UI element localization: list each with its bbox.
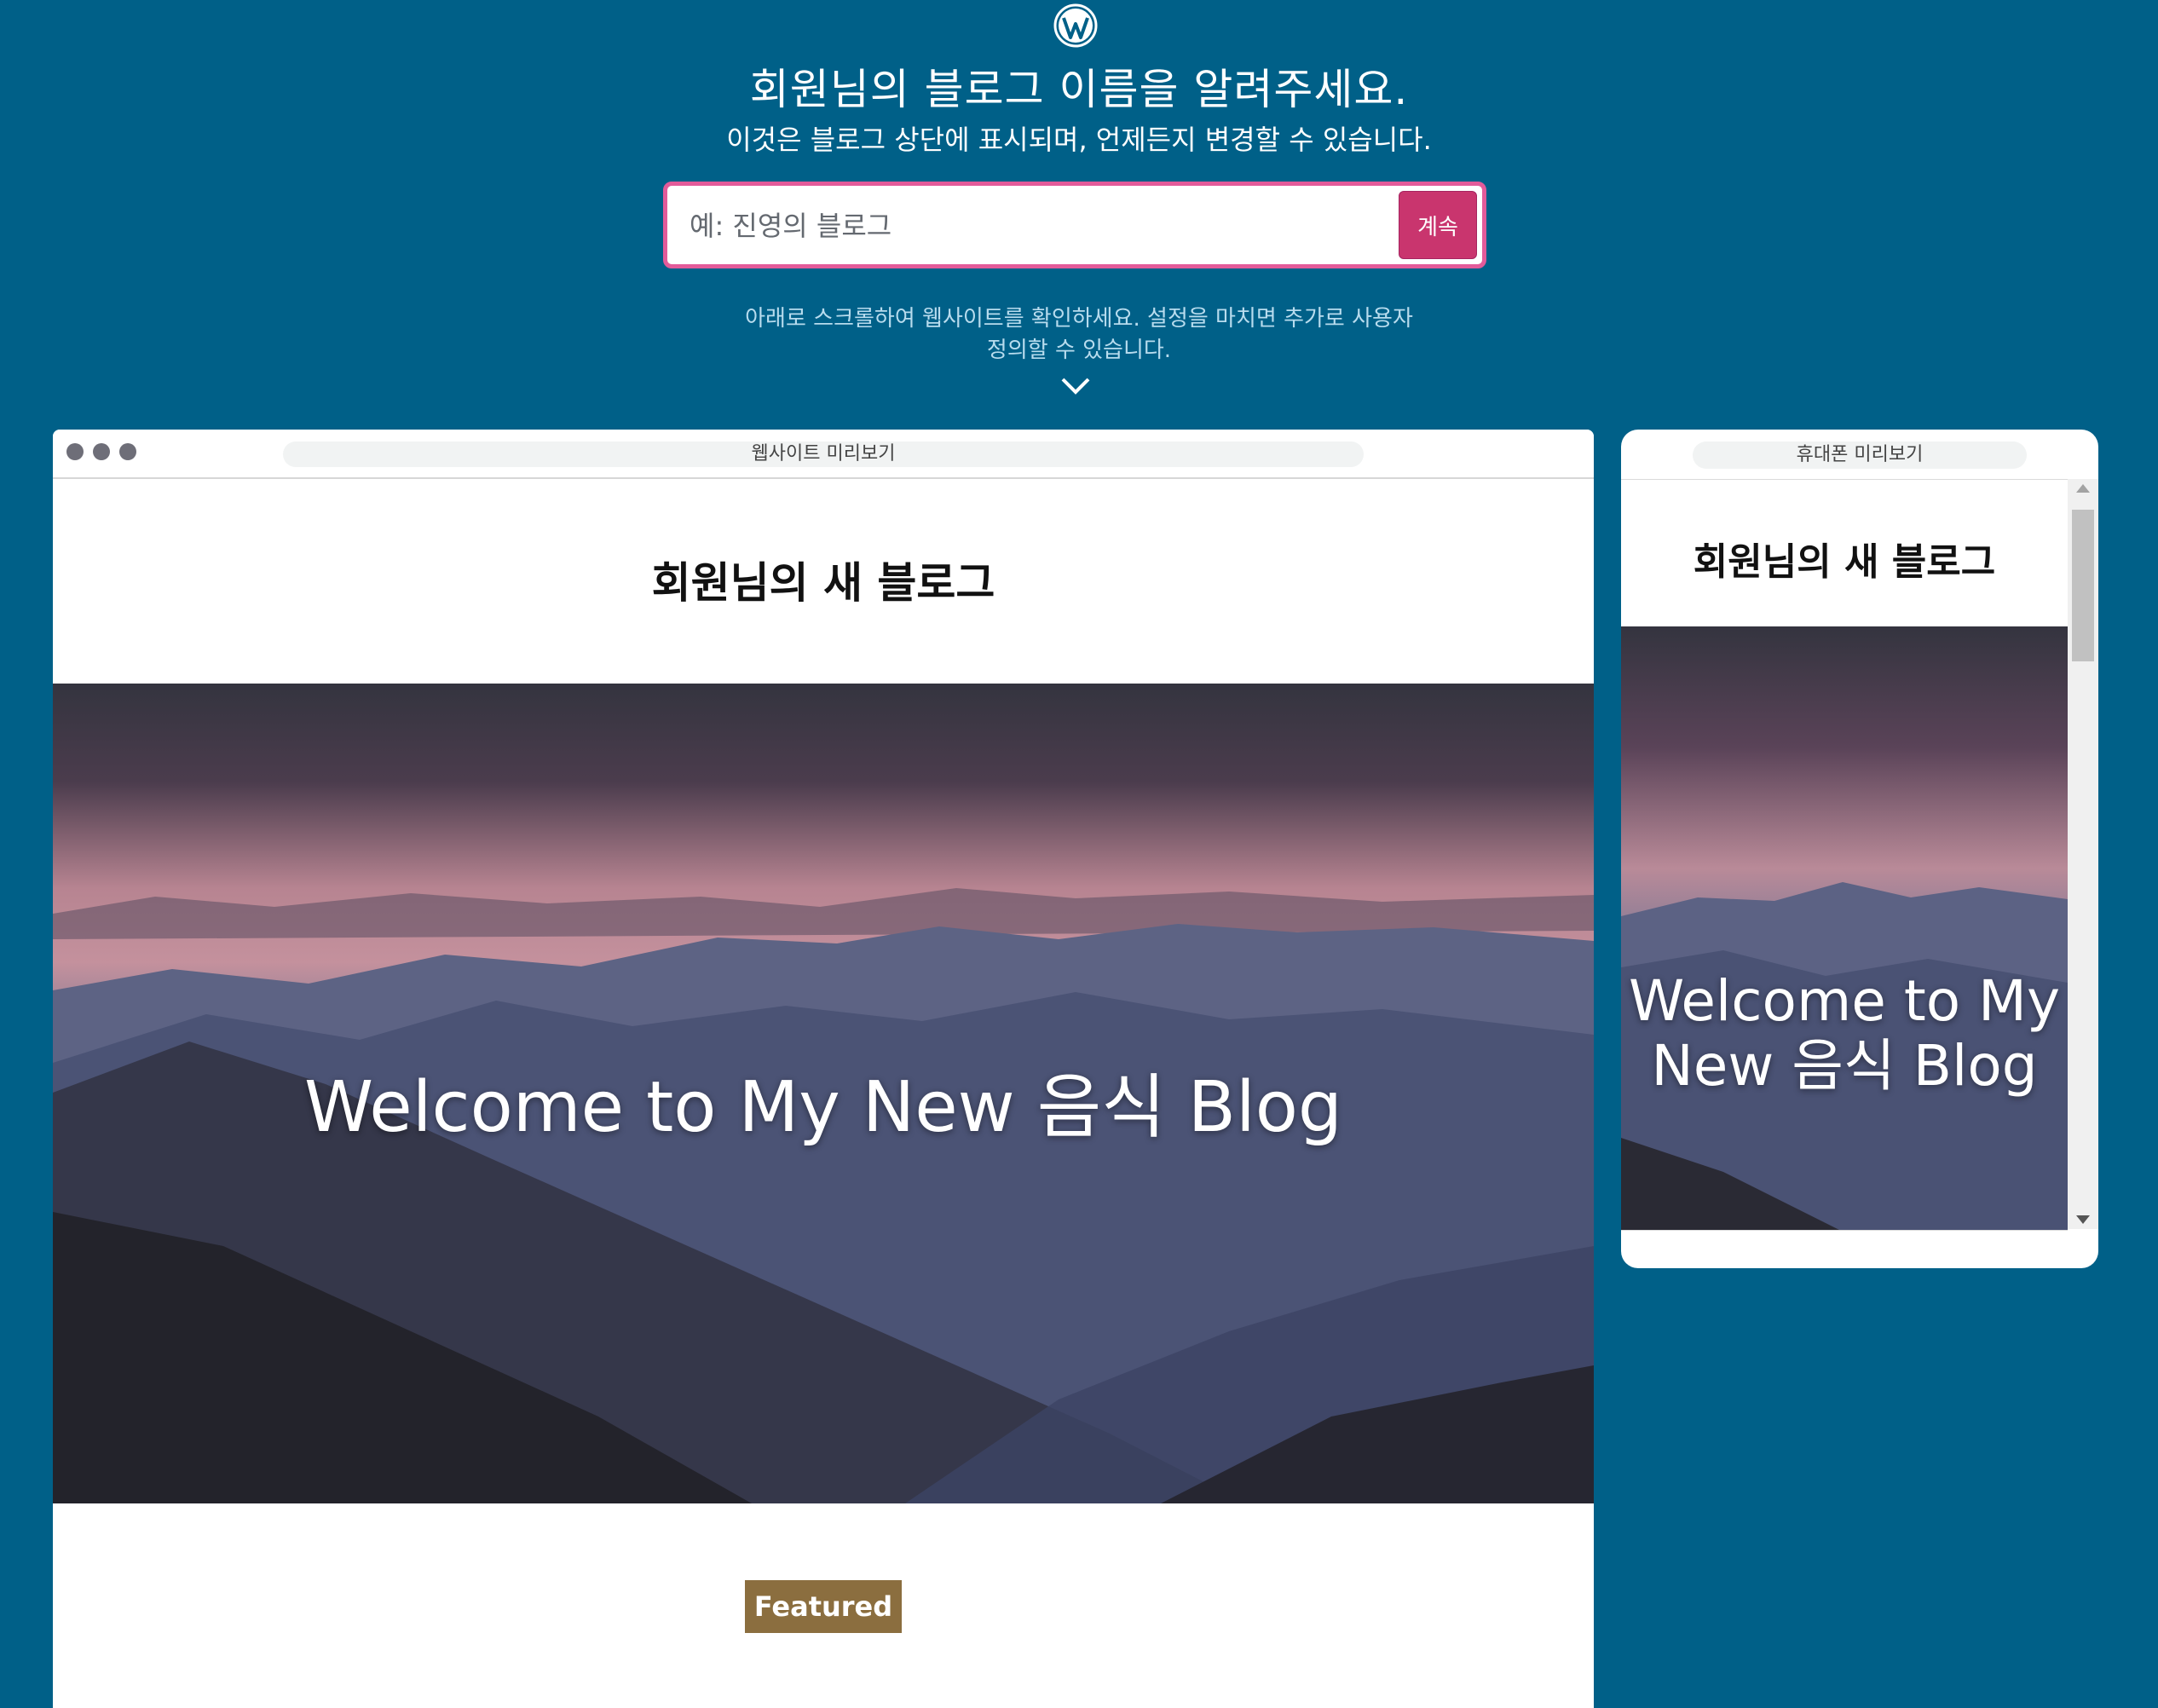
site-title: 회원님의 새 블로그 [651, 558, 995, 608]
scroll-hint-line-1: 아래로 스크롤하여 웹사이트를 확인하세요. 설정을 마치면 추가로 사용자 [745, 306, 1413, 332]
hero-heading: Welcome to My New 음식 Blog [303, 1067, 1342, 1148]
hero-image: Welcome to My New 음식 Blog [53, 684, 1594, 1503]
window-dot-icon [93, 443, 111, 460]
website-preview: 웹사이트 미리보기 회원님의 새 블로그 Welcome to My New 음… [53, 430, 1594, 1708]
scrollbar-thumb[interactable] [2072, 510, 2094, 661]
website-preview-label: 웹사이트 미리보기 [283, 441, 1364, 467]
page-subheading: 이것은 블로그 상단에 표시되며, 언제든지 변경할 수 있습니다. [726, 124, 1432, 156]
mobile-hero-image: Welcome to My New 음식 Blog [1621, 626, 2068, 1230]
mountain-landscape-image [1621, 626, 2068, 1230]
scroll-hint: 아래로 스크롤하여 웹사이트를 확인하세요. 설정을 마치면 추가로 사용자 정… [704, 303, 1454, 366]
browser-toolbar: 웹사이트 미리보기 [53, 430, 1594, 479]
mobile-hero-heading: Welcome to My New 음식 Blog [1628, 968, 2061, 1099]
scroll-hint-line-2: 정의할 수 있습니다. [986, 338, 1172, 363]
window-controls [66, 443, 141, 464]
continue-button[interactable]: 계속 [1399, 191, 1477, 259]
wordpress-logo-icon [1053, 3, 1098, 48]
blog-name-input[interactable] [688, 186, 1356, 266]
window-dot-icon [66, 443, 84, 460]
mobile-scrollbar[interactable] [2068, 479, 2098, 1229]
mobile-site-title: 회원님의 새 블로그 [1693, 540, 1996, 584]
mobile-preview: 휴대폰 미리보기 회원님의 새 블로그 Welcome to My New 음식… [1621, 430, 2098, 1268]
featured-badge: Featured [745, 1580, 902, 1633]
chevron-down-icon[interactable] [1060, 375, 1091, 397]
scroll-up-icon[interactable] [2076, 484, 2090, 493]
mobile-screen: 회원님의 새 블로그 Welcome to My New 음식 Blog [1621, 479, 2068, 1231]
window-dot-icon [119, 443, 137, 460]
blog-name-form: 계속 [663, 182, 1486, 268]
mobile-preview-label: 휴대폰 미리보기 [1693, 441, 2027, 469]
scroll-down-icon[interactable] [2076, 1215, 2090, 1224]
page-heading: 회원님의 블로그 이름을 알려주세요. [749, 65, 1409, 114]
